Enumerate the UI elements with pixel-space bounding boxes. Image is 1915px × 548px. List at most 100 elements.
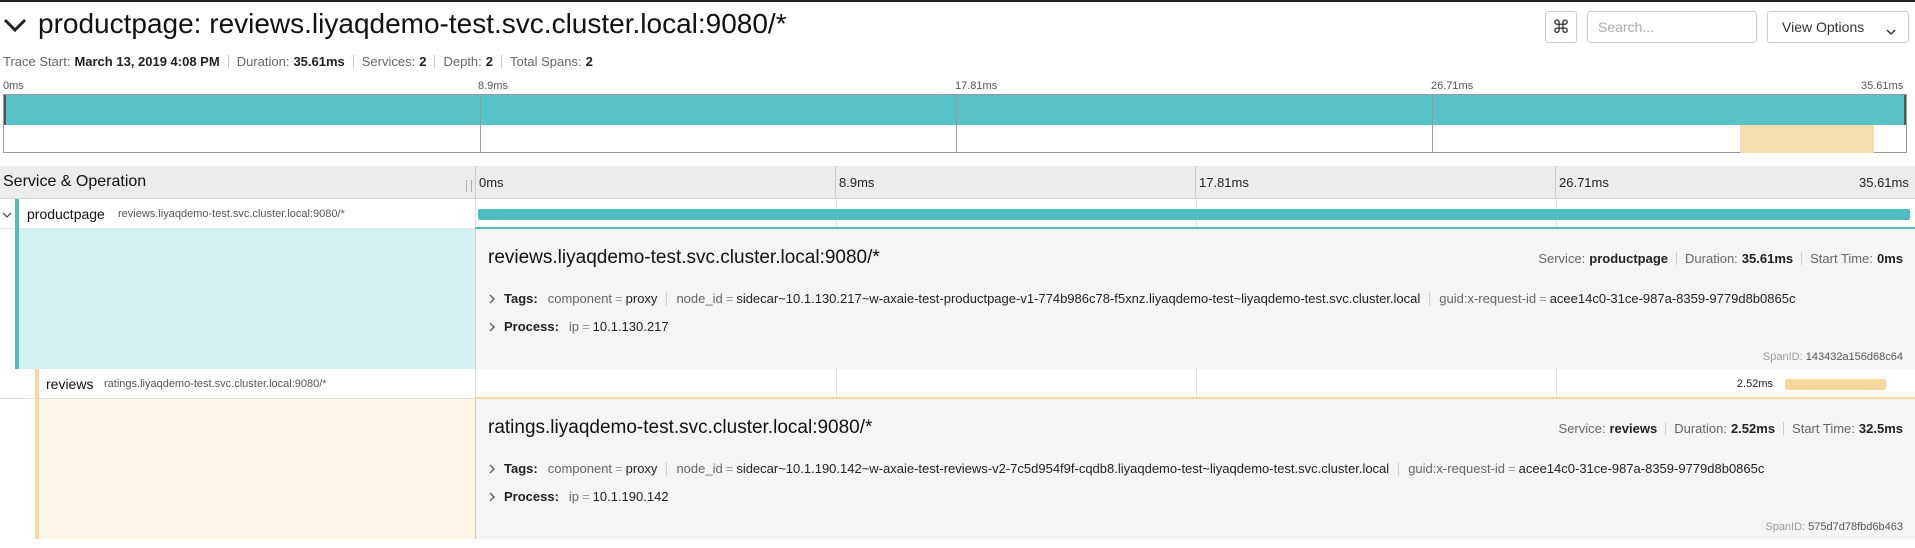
span-operation-name: ratings.liyaqdemo-test.svc.cluster.local…: [104, 378, 327, 390]
timeline-gridline: [1195, 166, 1196, 199]
span-row-reviews[interactable]: reviews ratings.liyaqdemo-test.svc.clust…: [0, 369, 1915, 399]
span-id-label: SpanID:: [1762, 351, 1803, 363]
tag-item: node_id = sidecar~10.1.130.217~w-axaie-tes…: [676, 291, 1421, 306]
tags-label: Tags:: [504, 291, 538, 306]
tag-key: node_id: [676, 461, 723, 476]
timeline-tick: 35.61ms: [1859, 175, 1909, 190]
chevron-right-icon[interactable]: [488, 294, 496, 304]
process-item: ip = 10.1.190.142: [568, 489, 669, 504]
chevron-down-icon: [1886, 23, 1896, 39]
trace-minimap[interactable]: [3, 94, 1907, 153]
process-row[interactable]: Process: ip = 10.1.130.217: [488, 319, 1898, 334]
timeline-tick: 17.81ms: [1199, 175, 1249, 190]
tag-value: acee14c0-31ce-987a-8359-9779d8b0865c: [1549, 291, 1796, 306]
tag-key: component: [547, 461, 613, 476]
process-value: 10.1.190.142: [592, 489, 669, 504]
tags-row[interactable]: Tags: component = proxy node_id = sidecar~10…: [488, 461, 1898, 476]
timeline-gridline: [1196, 369, 1197, 399]
span-detail-title: ratings.liyaqdemo-test.svc.cluster.local…: [488, 417, 873, 438]
tag-value: proxy: [625, 461, 658, 476]
keyboard-shortcuts-button[interactable]: ⌘: [1545, 11, 1577, 43]
process-key: ip: [568, 319, 580, 334]
tag-item: guid:x-request-id = acee14c0-31ce-987a-835…: [1408, 461, 1765, 476]
tag-key: node_id: [676, 291, 723, 306]
tag-item: guid:x-request-id = acee14c0-31ce-987a-835…: [1439, 291, 1796, 306]
tag-item: component = proxy: [547, 291, 658, 306]
tags-label: Tags:: [504, 461, 538, 476]
depth-value: 2: [485, 54, 494, 69]
span-detail-meta: Service: reviews Duration: 2.52ms Start Ti…: [1559, 421, 1903, 436]
minimap-tick: 17.81ms: [955, 80, 998, 92]
chevron-down-icon[interactable]: [2, 208, 12, 223]
detail-service-value: productpage: [1589, 251, 1669, 266]
tag-item: node_id = sidecar~10.1.190.142~w-axaie-tes…: [676, 461, 1390, 476]
top-border: [0, 0, 1915, 2]
process-item: ip = 10.1.130.217: [568, 319, 669, 334]
trace-start-label: Trace Start:: [3, 54, 71, 69]
minimap-gridline: [480, 95, 481, 152]
view-options-dropdown[interactable]: View Options: [1767, 11, 1909, 43]
tag-value: sidecar~10.1.190.142~w-axaie-test-review…: [736, 461, 1390, 476]
detail-duration-label: Duration:: [1685, 251, 1738, 266]
minimap-tick: 35.61ms: [1861, 80, 1904, 92]
detail-duration-value: 2.52ms: [1730, 421, 1776, 436]
search-input[interactable]: [1587, 11, 1757, 43]
detail-gutter-fill: [19, 229, 475, 369]
minimap-tick: 8.9ms: [478, 80, 508, 92]
minimap-handle-left[interactable]: [4, 95, 6, 125]
span-timeline[interactable]: [475, 199, 1915, 229]
span-id: SpanID: 143432a156d68c64: [1763, 351, 1903, 363]
span-bar[interactable]: [1784, 379, 1887, 390]
minimap-gridline: [1432, 95, 1433, 152]
process-key: ip: [568, 489, 580, 504]
minimap-handle-right[interactable]: [1904, 95, 1906, 125]
detail-service-label: Service:: [1538, 251, 1586, 266]
chevron-right-icon[interactable]: [488, 322, 496, 332]
timeline-tick: 8.9ms: [839, 175, 875, 190]
detail-service-value: reviews: [1609, 421, 1658, 436]
span-timeline[interactable]: 2.52ms: [475, 369, 1915, 399]
detail-service-label: Service:: [1558, 421, 1606, 436]
span-service-name: productpage: [27, 206, 105, 222]
tag-value: sidecar~10.1.130.217~w-axaie-test-produc…: [736, 291, 1421, 306]
detail-start-value: 32.5ms: [1858, 421, 1903, 436]
minimap-span-reviews: [1739, 125, 1875, 153]
column-divider: [475, 166, 476, 199]
minimap-span-productpage: [4, 95, 1906, 125]
detail-start-value: 0ms: [1876, 251, 1903, 266]
tags-row[interactable]: Tags: component = proxy node_id = sidecar~10…: [488, 291, 1898, 306]
timeline-gridline: [1556, 369, 1557, 399]
chevron-down-icon[interactable]: [2, 14, 28, 36]
service-color-marker: [35, 369, 39, 399]
detail-start-label: Start Time:: [1810, 251, 1873, 266]
tag-value: acee14c0-31ce-987a-8359-9779d8b0865c: [1518, 461, 1765, 476]
span-row-productpage[interactable]: productpage reviews.liyaqdemo-test.svc.c…: [0, 199, 1915, 229]
span-bar[interactable]: [478, 209, 1910, 220]
tag-key: component: [547, 291, 613, 306]
timeline-gridline: [835, 166, 836, 199]
timeline-tick: 0ms: [479, 175, 504, 190]
detail-duration-label: Duration:: [1674, 421, 1727, 436]
minimap-ticks: 0ms 8.9ms 17.81ms 26.71ms 35.61ms: [0, 80, 1915, 94]
services-label: Services:: [361, 54, 416, 69]
chevron-right-icon[interactable]: [488, 492, 496, 502]
trace-meta: Trace Start: March 13, 2019 4:08 PM Durat…: [3, 54, 593, 69]
timeline-tick: 26.71ms: [1559, 175, 1609, 190]
detail-gutter-fill: [39, 399, 475, 539]
span-operation-name: reviews.liyaqdemo-test.svc.cluster.local…: [118, 208, 345, 220]
duration-label: Duration:: [236, 54, 290, 69]
view-options-label: View Options: [1782, 19, 1865, 35]
duration-value: 35.61ms: [293, 54, 345, 69]
depth-label: Depth:: [443, 54, 482, 69]
chevron-right-icon[interactable]: [488, 464, 496, 474]
process-row[interactable]: Process: ip = 10.1.190.142: [488, 489, 1898, 504]
service-color-marker: [15, 199, 19, 229]
minimap-gridline: [956, 95, 957, 152]
total-spans-value: 2: [585, 54, 593, 69]
span-id-value: 575d7d78fbd6b463: [1808, 521, 1903, 533]
span-id-value: 143432a156d68c64: [1805, 351, 1903, 363]
detail-gutter: [0, 229, 475, 369]
column-resize-handle[interactable]: [466, 180, 472, 192]
timeline-gridline: [1555, 166, 1556, 199]
span-service-name: reviews: [46, 376, 94, 392]
